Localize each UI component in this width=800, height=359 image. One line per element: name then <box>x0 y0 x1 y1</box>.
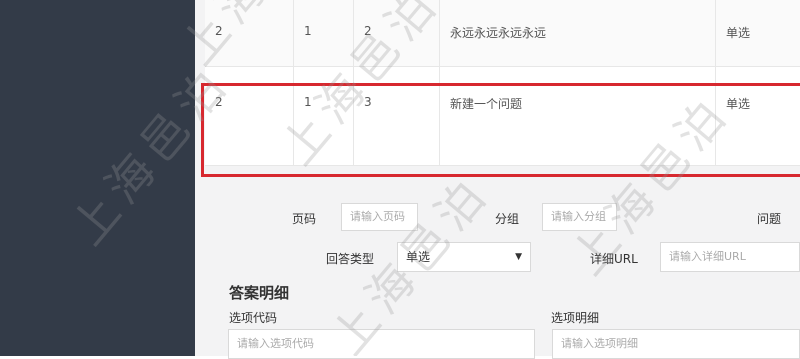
table-row[interactable]: 2 1 2 永远永远永远永远 单选 <box>205 0 800 67</box>
answer-detail-title: 答案明细 <box>229 284 290 302</box>
cell-group: 1 <box>304 24 312 38</box>
cell-question: 永远永远永远永远 <box>450 26 547 40</box>
group-label: 分组 <box>495 212 520 226</box>
option-detail-input[interactable]: 请输入选项明细 <box>552 329 800 359</box>
sidebar <box>0 0 195 356</box>
answer-type-label: 回答类型 <box>326 252 375 266</box>
group-input[interactable]: 请输入分组 <box>542 203 617 231</box>
question-label: 问题 <box>757 212 782 226</box>
cell-page: 2 <box>215 24 223 38</box>
highlight-box <box>201 83 800 177</box>
answer-type-value: 单选 <box>406 250 431 264</box>
page-label: 页码 <box>292 212 317 226</box>
cell-type: 单选 <box>726 26 751 40</box>
page-input[interactable]: 请输入页码 <box>341 203 418 231</box>
option-code-input[interactable]: 请输入选项代码 <box>228 329 535 359</box>
chevron-down-icon: ▼ <box>515 252 522 262</box>
detail-url-label: 详细URL <box>590 252 638 266</box>
option-code-label: 选项代码 <box>229 311 278 325</box>
option-detail-label: 选项明细 <box>551 311 600 325</box>
detail-url-input[interactable]: 请输入详细URL <box>660 242 800 272</box>
cell-index: 2 <box>364 24 372 38</box>
answer-type-select[interactable]: 单选 ▼ <box>397 242 531 272</box>
